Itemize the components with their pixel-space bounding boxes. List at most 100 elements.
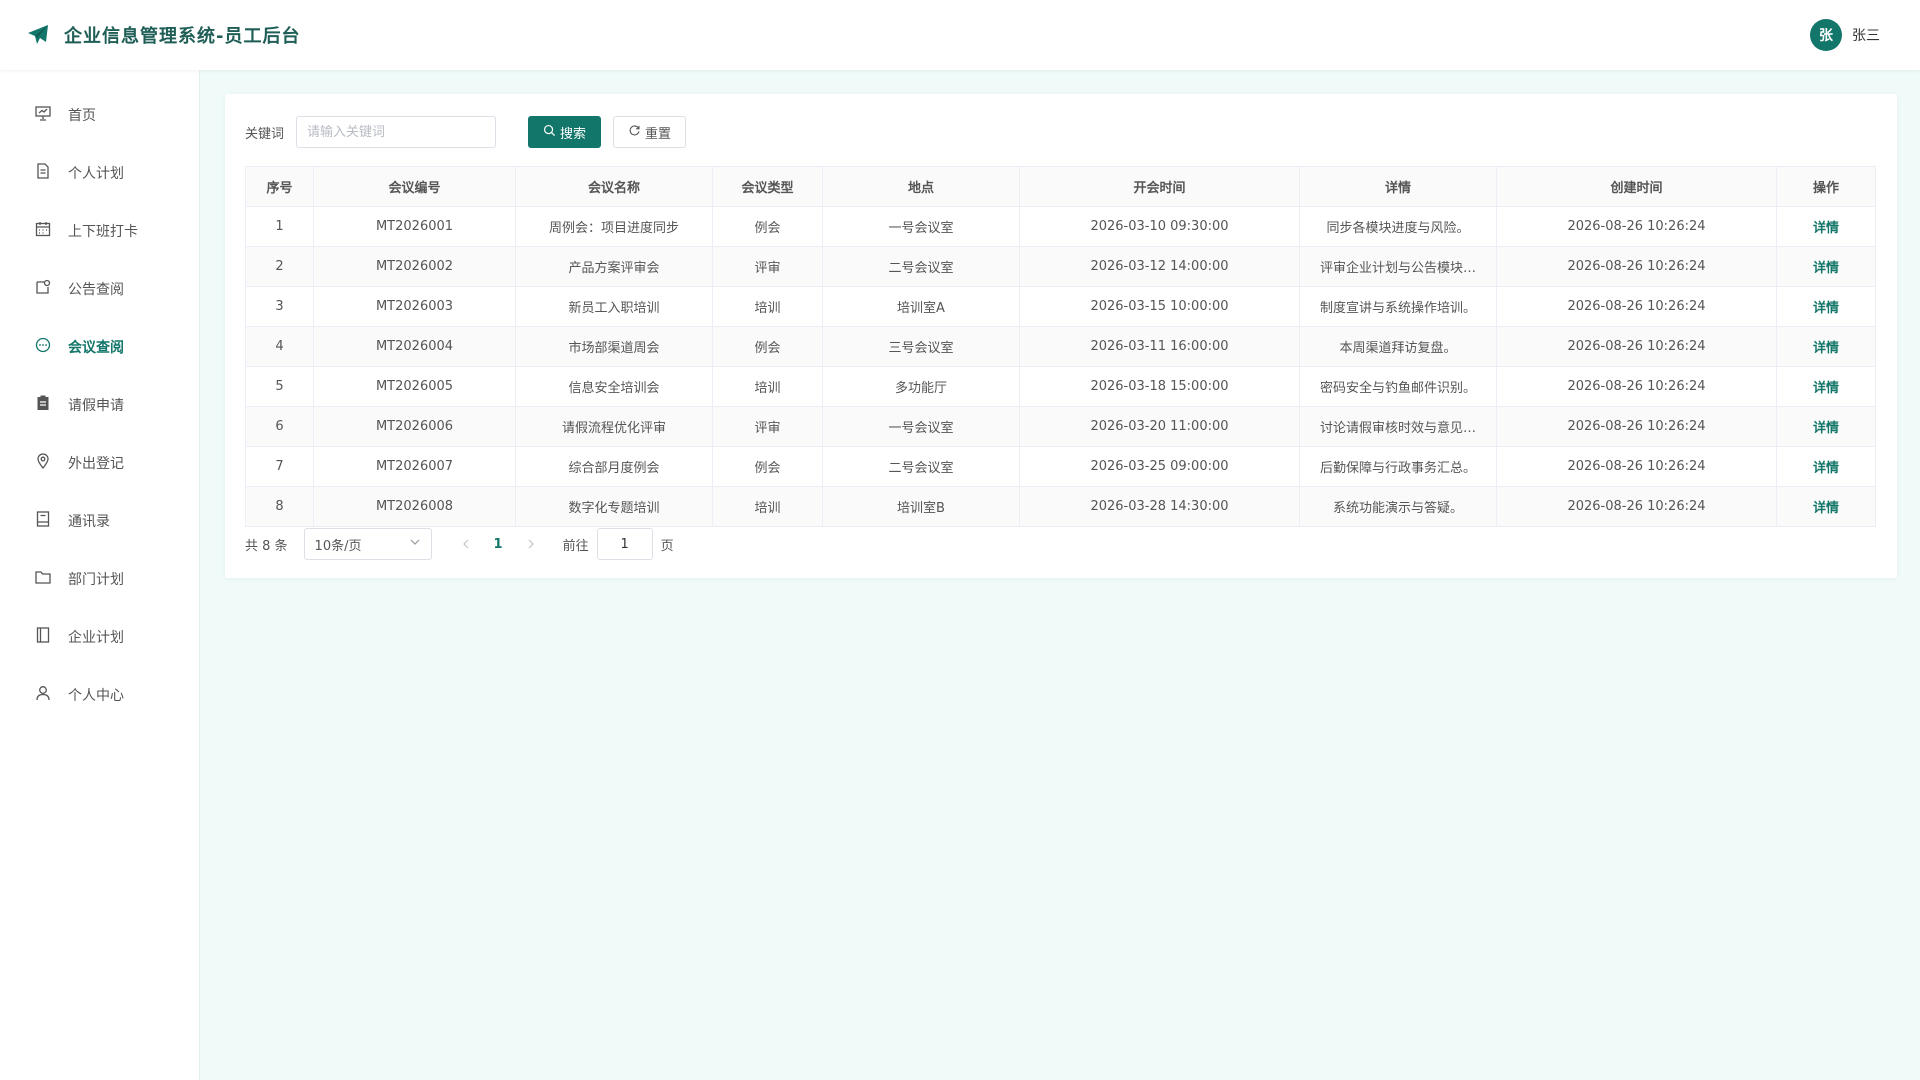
cell-details: 同步各模块进度与风险。 — [1299, 206, 1497, 247]
cell-location: 多功能厅 — [822, 366, 1020, 407]
column-header: 创建时间 — [1496, 166, 1777, 207]
meeting-list-panel: 关键词 搜索 重置 序号 会议编号 会议名称 会议类型 地点 开会时间 详情 创… — [225, 94, 1897, 578]
sidebar-item-profile[interactable]: 个人中心 — [0, 666, 199, 724]
cell-location: 培训室A — [822, 286, 1020, 327]
cell-location: 三号会议室 — [822, 326, 1020, 367]
sidebar-item-personal-plan[interactable]: 个人计划 — [0, 144, 199, 202]
cell-details: 后勤保障与行政事务汇总。 — [1299, 446, 1497, 487]
cell-index: 2 — [245, 246, 314, 287]
cell-action: 详情 — [1776, 206, 1876, 247]
sidebar-item-home[interactable]: 首页 — [0, 86, 199, 144]
cell-meeting-type: 例会 — [712, 206, 823, 247]
column-header: 开会时间 — [1019, 166, 1300, 207]
column-header: 会议编号 — [313, 166, 516, 207]
sidebar-item-notices[interactable]: 公告查阅 — [0, 260, 199, 318]
details-link[interactable]: 详情 — [1813, 381, 1839, 396]
cell-meeting-no: MT2026001 — [313, 206, 516, 247]
cell-meeting-type: 培训 — [712, 366, 823, 407]
cell-index: 7 — [245, 446, 314, 487]
cell-action: 详情 — [1776, 286, 1876, 327]
brand: 企业信息管理系统-员工后台 — [26, 22, 300, 48]
cell-action: 详情 — [1776, 326, 1876, 367]
page-size-select[interactable]: 10条/页 — [303, 528, 432, 560]
search-button[interactable]: 搜索 — [528, 116, 602, 148]
cell-meeting-type: 例会 — [712, 446, 823, 487]
cell-location: 二号会议室 — [822, 246, 1020, 287]
search-icon — [543, 124, 556, 141]
user-menu[interactable]: 张 张三 — [1810, 19, 1880, 51]
cell-meeting-time: 2026-03-10 09:30:00 — [1019, 206, 1300, 247]
page-number-1[interactable]: 1 — [494, 537, 503, 552]
cell-meeting-name: 综合部月度例会 — [515, 446, 713, 487]
details-link[interactable]: 详情 — [1813, 221, 1839, 236]
goto-page-input[interactable] — [596, 528, 653, 560]
reset-button[interactable]: 重置 — [613, 116, 687, 148]
cell-index: 3 — [245, 286, 314, 327]
goto-suffix: 页 — [660, 538, 674, 554]
keyword-input[interactable] — [296, 116, 497, 148]
sidebar-item-enterprise-plan[interactable]: 企业计划 — [0, 608, 199, 666]
cell-action: 详情 — [1776, 446, 1876, 487]
contact-book-icon — [34, 510, 52, 532]
keyword-label: 关键词 — [245, 126, 285, 142]
sidebar-item-label: 会议查阅 — [68, 340, 124, 356]
cell-meeting-time: 2026-03-28 14:30:00 — [1019, 486, 1300, 527]
cell-meeting-time: 2026-03-12 14:00:00 — [1019, 246, 1300, 287]
calendar-icon — [34, 220, 52, 242]
prev-page-button[interactable] — [456, 538, 476, 550]
sidebar-item-department-plan[interactable]: 部门计划 — [0, 550, 199, 608]
table-row: 5 MT2026005 信息安全培训会 培训 多功能厅 2026-03-18 1… — [245, 366, 1876, 407]
cell-meeting-no: MT2026008 — [313, 486, 516, 527]
cell-index: 4 — [245, 326, 314, 367]
sidebar-item-label: 部门计划 — [68, 572, 124, 588]
chat-icon — [34, 336, 52, 358]
cell-details: 讨论请假审核时效与意见… — [1299, 406, 1497, 447]
search-bar: 关键词 搜索 重置 — [245, 116, 1877, 148]
cell-meeting-no: MT2026006 — [313, 406, 516, 447]
total-count: 共 8 条 — [245, 538, 288, 554]
sidebar-item-leave-request[interactable]: 请假申请 — [0, 376, 199, 434]
notice-icon — [34, 278, 52, 300]
reset-button-label: 重置 — [645, 126, 672, 142]
sidebar-item-clock-in[interactable]: 上下班打卡 — [0, 202, 199, 260]
details-link[interactable]: 详情 — [1813, 461, 1839, 476]
details-link[interactable]: 详情 — [1813, 341, 1839, 356]
notebook-icon — [34, 626, 52, 648]
pagination: 共 8 条 10条/页 1 前往 页 — [245, 528, 1877, 560]
cell-created-time: 2026-08-26 10:26:24 — [1496, 246, 1777, 287]
sidebar-item-label: 请假申请 — [68, 398, 124, 414]
cell-meeting-name: 产品方案评审会 — [515, 246, 713, 287]
cell-details: 制度宣讲与系统操作培训。 — [1299, 286, 1497, 327]
cell-meeting-no: MT2026005 — [313, 366, 516, 407]
user-name[interactable]: 张三 — [1852, 25, 1880, 45]
cell-location: 一号会议室 — [822, 406, 1020, 447]
sidebar-item-label: 上下班打卡 — [68, 224, 138, 240]
table-row: 1 MT2026001 周例会：项目进度同步 例会 一号会议室 2026-03-… — [245, 206, 1876, 247]
cell-index: 8 — [245, 486, 314, 527]
meeting-table: 序号 会议编号 会议名称 会议类型 地点 开会时间 详情 创建时间 操作 1 M… — [245, 166, 1876, 527]
column-header: 会议名称 — [515, 166, 713, 207]
cell-action: 详情 — [1776, 246, 1876, 287]
cell-created-time: 2026-08-26 10:26:24 — [1496, 366, 1777, 407]
avatar[interactable]: 张 — [1810, 19, 1842, 51]
search-button-label: 搜索 — [560, 126, 587, 142]
table-row: 4 MT2026004 市场部渠道周会 例会 三号会议室 2026-03-11 … — [245, 326, 1876, 367]
sidebar-item-meetings[interactable]: 会议查阅 — [0, 318, 199, 376]
details-link[interactable]: 详情 — [1813, 261, 1839, 276]
sidebar-item-outing-registration[interactable]: 外出登记 — [0, 434, 199, 492]
cell-created-time: 2026-08-26 10:26:24 — [1496, 326, 1777, 367]
app-header: 企业信息管理系统-员工后台 张 张三 — [0, 0, 1920, 70]
sidebar-item-label: 外出登记 — [68, 456, 124, 472]
folder-icon — [34, 568, 52, 590]
table-row: 2 MT2026002 产品方案评审会 评审 二号会议室 2026-03-12 … — [245, 246, 1876, 287]
next-page-button[interactable] — [521, 538, 541, 550]
cell-created-time: 2026-08-26 10:26:24 — [1496, 486, 1777, 527]
cell-meeting-type: 培训 — [712, 286, 823, 327]
user-icon — [34, 684, 52, 706]
sidebar-item-contacts[interactable]: 通讯录 — [0, 492, 199, 550]
details-link[interactable]: 详情 — [1813, 501, 1839, 516]
table-header-row: 序号 会议编号 会议名称 会议类型 地点 开会时间 详情 创建时间 操作 — [245, 166, 1876, 207]
details-link[interactable]: 详情 — [1813, 421, 1839, 436]
details-link[interactable]: 详情 — [1813, 301, 1839, 316]
cell-details: 密码安全与钓鱼邮件识别。 — [1299, 366, 1497, 407]
